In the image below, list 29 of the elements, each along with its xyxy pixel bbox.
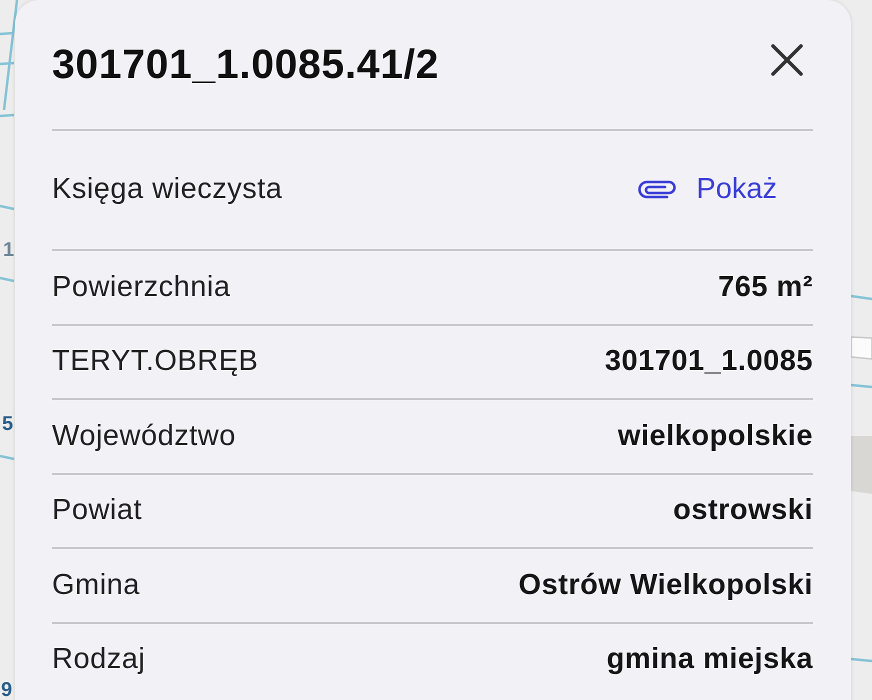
row-value: gmina miejska — [606, 642, 813, 677]
row-value: wielkopolskie — [618, 418, 813, 454]
close-icon — [771, 44, 803, 76]
plot-title: 301701_1.0085.41/2 — [52, 40, 440, 89]
close-button[interactable] — [769, 42, 805, 78]
map-label: 9 — [1, 680, 12, 700]
map-line — [0, 204, 14, 210]
row-value: ostrowski — [673, 493, 813, 528]
map-line — [0, 276, 14, 282]
row-label: Rodzaj — [52, 642, 146, 677]
paperclip-icon — [638, 180, 676, 200]
show-link[interactable]: Pokaż — [638, 168, 777, 212]
map-label: 1 — [3, 240, 14, 260]
building-shape — [851, 436, 872, 494]
map-label: 5 — [2, 414, 14, 434]
row-label: Księga wieczysta — [52, 172, 282, 208]
map-line — [0, 114, 14, 118]
row-label: Województwo — [52, 418, 236, 454]
row-label: Powiat — [52, 493, 142, 528]
map-line — [850, 658, 872, 662]
row-value: 765 m² — [718, 270, 813, 304]
row-label: Powierzchnia — [52, 270, 230, 304]
map-line — [850, 294, 872, 300]
row-value: 301701_1.0085 — [604, 344, 813, 379]
row-label: Gmina — [52, 568, 140, 602]
map-line — [850, 384, 872, 388]
row-value: Ostrów Wielkopolski — [518, 568, 813, 602]
map-line — [0, 454, 14, 460]
row-label: TERYT.OBRĘB — [52, 344, 258, 379]
